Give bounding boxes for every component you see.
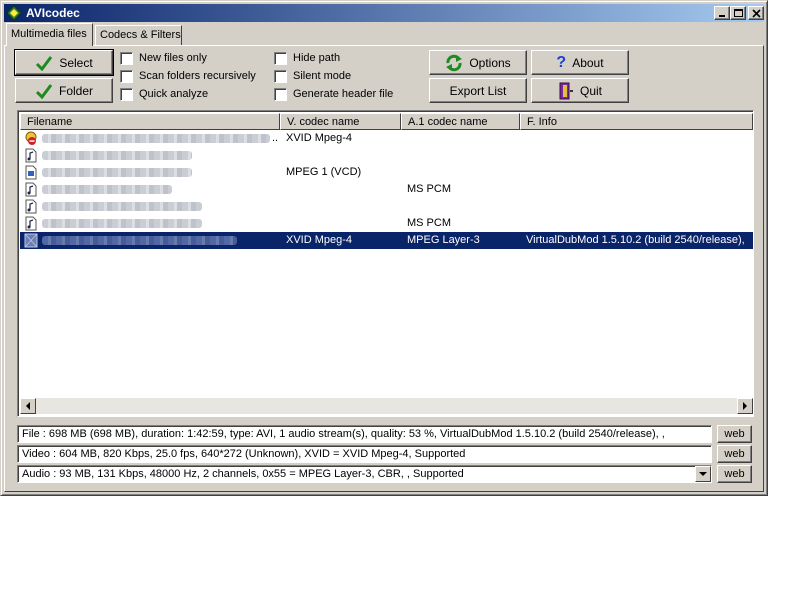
table-row[interactable]: .. XVID Mpeg-4 bbox=[20, 130, 753, 147]
chevron-down-icon bbox=[699, 471, 707, 476]
close-button[interactable] bbox=[748, 6, 764, 20]
audio-codec-cell: MS PCM bbox=[407, 183, 451, 195]
options-button-label: Options bbox=[469, 55, 511, 70]
audio-details-dropdown[interactable]: Audio : 93 MB, 131 Kbps, 48000 Hz, 2 cha… bbox=[17, 465, 712, 483]
filename-ellipsis: .. bbox=[272, 132, 279, 144]
maximize-button[interactable] bbox=[730, 6, 746, 20]
title-bar[interactable]: AVIcodec bbox=[4, 4, 764, 22]
checkbox-box[interactable] bbox=[274, 51, 287, 65]
checkbox-box[interactable] bbox=[274, 87, 287, 101]
error-file-icon bbox=[25, 131, 37, 145]
column-header-file-info[interactable]: F. Info bbox=[520, 113, 753, 130]
about-button-label: About bbox=[572, 55, 604, 70]
checkmark-icon bbox=[35, 83, 53, 99]
checkbox-label: Generate header file bbox=[293, 88, 394, 100]
audio-web-button[interactable]: web bbox=[717, 465, 752, 483]
app-icon bbox=[6, 5, 22, 21]
checkbox-box[interactable] bbox=[120, 69, 133, 83]
column-header-audio-codec[interactable]: A.1 codec name bbox=[401, 113, 520, 130]
obscured-filename bbox=[42, 236, 237, 245]
obscured-filename bbox=[42, 151, 192, 160]
column-header-video-codec[interactable]: V. codec name bbox=[280, 113, 401, 130]
obscured-filename bbox=[42, 185, 172, 194]
obscured-filename bbox=[42, 202, 202, 211]
checkbox-box[interactable] bbox=[120, 87, 133, 101]
table-row[interactable]: MS PCM bbox=[20, 215, 753, 232]
obscured-filename bbox=[42, 219, 202, 228]
select-button-label: Select bbox=[59, 55, 93, 70]
column-header-filename[interactable]: Filename bbox=[20, 113, 280, 130]
close-icon bbox=[752, 9, 761, 18]
exit-door-icon bbox=[559, 82, 573, 99]
table-row[interactable] bbox=[20, 147, 753, 164]
export-list-button[interactable]: Export List bbox=[429, 78, 527, 103]
file-details-field[interactable]: File : 698 MB (698 MB), duration: 1:42:5… bbox=[17, 425, 712, 443]
quick-analyze-checkbox[interactable]: Quick analyze bbox=[120, 87, 208, 101]
arrow-left-icon bbox=[26, 402, 30, 410]
refresh-icon bbox=[446, 54, 463, 71]
minimize-button[interactable] bbox=[714, 6, 730, 20]
audio-codec-cell: MPEG Layer-3 bbox=[407, 234, 480, 246]
audio-file-icon bbox=[25, 199, 37, 214]
help-icon: ? bbox=[556, 53, 567, 71]
silent-mode-checkbox[interactable]: Silent mode bbox=[274, 69, 351, 83]
file-web-button[interactable]: web bbox=[717, 425, 752, 443]
arrow-right-icon bbox=[743, 402, 747, 410]
folder-button[interactable]: Folder bbox=[15, 78, 113, 103]
generate-header-file-checkbox[interactable]: Generate header file bbox=[274, 87, 393, 101]
web-button-label: web bbox=[724, 428, 745, 440]
video-codec-cell: XVID Mpeg-4 bbox=[286, 234, 353, 246]
table-row[interactable] bbox=[20, 198, 753, 215]
quit-button-label: Quit bbox=[579, 83, 602, 98]
table-row-selected[interactable]: XVID Mpeg-4 MPEG Layer-3 VirtualDubMod 1… bbox=[20, 232, 753, 249]
minimize-icon bbox=[719, 15, 725, 17]
video-web-button[interactable]: web bbox=[717, 445, 752, 463]
window-title: AVIcodec bbox=[26, 6, 80, 20]
about-button[interactable]: ? About bbox=[531, 50, 629, 75]
audio-file-icon bbox=[25, 216, 37, 231]
quit-button[interactable]: Quit bbox=[531, 78, 629, 103]
checkbox-label: Quick analyze bbox=[139, 88, 209, 100]
web-button-label: web bbox=[724, 468, 745, 480]
export-list-button-label: Export List bbox=[449, 83, 507, 98]
maximize-icon bbox=[734, 9, 743, 17]
audio-codec-cell: MS PCM bbox=[407, 217, 451, 229]
checkbox-box[interactable] bbox=[120, 51, 133, 65]
media-file-list[interactable]: Filename V. codec name A.1 codec name F.… bbox=[17, 110, 754, 417]
audio-file-icon bbox=[25, 148, 37, 163]
table-row[interactable]: MPEG 1 (VCD) bbox=[20, 164, 753, 181]
audio-file-icon bbox=[25, 182, 37, 197]
table-row[interactable]: MS PCM bbox=[20, 181, 753, 198]
horizontal-scrollbar[interactable] bbox=[20, 398, 753, 414]
web-button-label: web bbox=[724, 448, 745, 460]
obscured-filename bbox=[42, 168, 192, 177]
checkbox-label: New files only bbox=[139, 52, 207, 64]
list-header: Filename V. codec name A.1 codec name F.… bbox=[20, 113, 753, 130]
obscured-filename bbox=[42, 134, 270, 143]
video-codec-cell: XVID Mpeg-4 bbox=[286, 132, 353, 144]
video-details-field[interactable]: Video : 604 MB, 820 Kbps, 25.0 fps, 640*… bbox=[17, 445, 712, 463]
video-file-icon bbox=[24, 233, 38, 248]
tab-codecs-filters[interactable]: Codecs & Filters bbox=[95, 25, 182, 45]
audio-dropdown-button[interactable] bbox=[695, 466, 711, 482]
tab-multimedia-files[interactable]: Multimedia files bbox=[6, 23, 93, 46]
video-codec-cell: MPEG 1 (VCD) bbox=[286, 166, 362, 178]
folder-button-label: Folder bbox=[58, 83, 93, 98]
checkbox-label: Silent mode bbox=[293, 70, 352, 82]
select-button[interactable]: Select bbox=[14, 49, 114, 76]
checkbox-box[interactable] bbox=[274, 69, 287, 83]
options-button[interactable]: Options bbox=[429, 50, 527, 75]
scroll-right-button[interactable] bbox=[737, 398, 753, 414]
checkbox-label: Hide path bbox=[293, 52, 341, 64]
avicodec-window: AVIcodec Multimedia files Codecs & Filte… bbox=[0, 0, 768, 496]
hide-path-checkbox[interactable]: Hide path bbox=[274, 51, 340, 65]
new-files-only-checkbox[interactable]: New files only bbox=[120, 51, 207, 65]
file-info-cell: VirtualDubMod 1.5.10.2 (build 2540/relea… bbox=[526, 234, 745, 246]
scan-folders-recursively-checkbox[interactable]: Scan folders recursively bbox=[120, 69, 256, 83]
video-file-icon bbox=[25, 165, 37, 180]
checkbox-label: Scan folders recursively bbox=[139, 70, 256, 82]
scroll-left-button[interactable] bbox=[20, 398, 36, 414]
checkmark-icon bbox=[36, 55, 53, 71]
